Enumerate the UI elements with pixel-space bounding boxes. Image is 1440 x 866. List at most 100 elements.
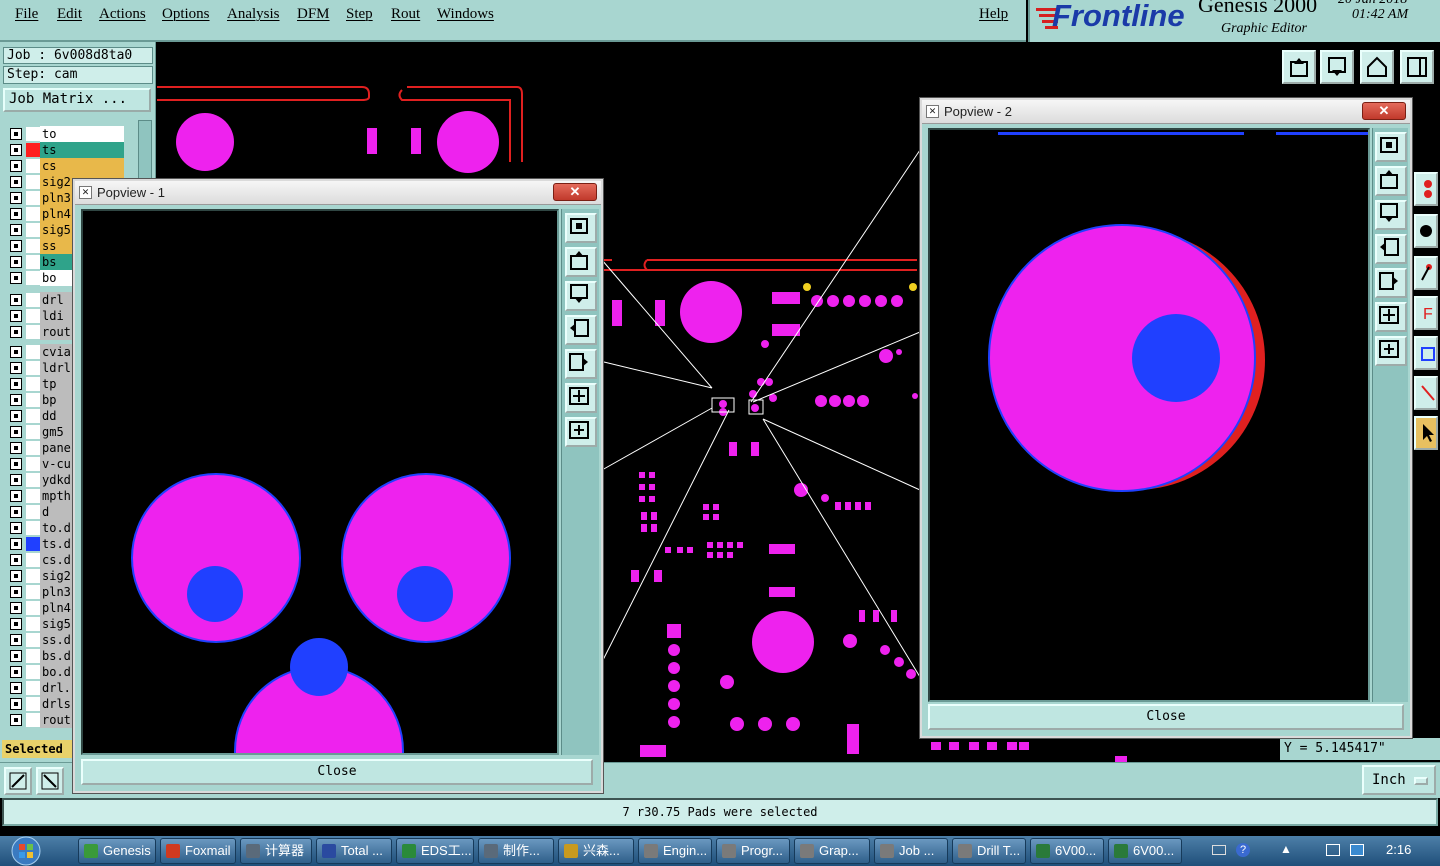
layer-name[interactable]: pln4 <box>40 600 72 616</box>
layer-checkbox[interactable] <box>10 554 22 566</box>
menu-help[interactable]: Help <box>979 6 1008 23</box>
layer-checkbox[interactable] <box>10 698 22 710</box>
taskbar-item[interactable]: 制作... <box>478 838 554 864</box>
popview-1-viewport[interactable] <box>81 209 559 755</box>
layer-color-swatch[interactable] <box>26 697 40 711</box>
layer-color-swatch[interactable] <box>26 681 40 695</box>
popview-2-close-x-button[interactable]: ✕ <box>1362 102 1406 120</box>
layer-name[interactable]: to <box>40 126 124 142</box>
menu-rout[interactable]: Rout <box>391 6 420 23</box>
layer-checkbox[interactable] <box>10 442 22 454</box>
layer-color-swatch[interactable] <box>26 191 40 205</box>
layer-color-swatch[interactable] <box>26 569 40 583</box>
layer-color-swatch[interactable] <box>26 633 40 647</box>
popview-1-pan-right-button[interactable] <box>565 349 597 379</box>
layer-color-swatch[interactable] <box>26 293 40 307</box>
layer-name[interactable]: rout <box>40 712 72 728</box>
layer-color-swatch[interactable] <box>26 143 40 157</box>
menu-dfm[interactable]: DFM <box>297 6 330 23</box>
tray-arrow-icon[interactable]: ▲ <box>1280 842 1292 856</box>
layer-row[interactable]: cs <box>6 158 124 174</box>
layer-name[interactable]: dd <box>40 408 72 424</box>
layer-checkbox[interactable] <box>10 256 22 268</box>
layer-name[interactable]: ldi <box>40 308 72 324</box>
layer-checkbox[interactable] <box>10 128 22 140</box>
layer-color-swatch[interactable] <box>26 617 40 631</box>
layer-checkbox[interactable] <box>10 570 22 582</box>
popview-1-pan-up-button[interactable] <box>565 247 597 277</box>
layer-color-swatch[interactable] <box>26 159 40 173</box>
layer-checkbox[interactable] <box>10 426 22 438</box>
popview-1-zoom-in-button[interactable] <box>565 383 597 413</box>
layer-name[interactable]: ydkd <box>40 472 72 488</box>
layer-color-swatch[interactable] <box>26 345 40 359</box>
layer-color-swatch[interactable] <box>26 223 40 237</box>
layer-name[interactable]: cs <box>40 158 124 174</box>
taskbar-item[interactable]: Drill T... <box>952 838 1026 864</box>
layer-color-swatch[interactable] <box>26 521 40 535</box>
layer-color-swatch[interactable] <box>26 393 40 407</box>
layer-name[interactable]: pane <box>40 440 72 456</box>
menu-edit[interactable]: Edit <box>57 6 82 23</box>
font-tool-button[interactable]: F <box>1414 296 1438 330</box>
taskbar-item[interactable]: Progr... <box>716 838 790 864</box>
popview-2-pan-left-button[interactable] <box>1375 234 1407 264</box>
layer-row[interactable]: to <box>6 126 124 142</box>
layer-checkbox[interactable] <box>10 602 22 614</box>
zoom-home-button[interactable] <box>1282 50 1316 84</box>
layer-color-swatch[interactable] <box>26 409 40 423</box>
layer-color-swatch[interactable] <box>26 473 40 487</box>
layer-checkbox[interactable] <box>10 208 22 220</box>
popview-1-fit-button[interactable] <box>565 213 597 243</box>
layer-name[interactable]: tp <box>40 376 72 392</box>
popview-2-zoom-in-button[interactable] <box>1375 302 1407 332</box>
layer-color-swatch[interactable] <box>26 309 40 323</box>
layer-name[interactable]: sig2 <box>40 568 72 584</box>
select-tool-button[interactable] <box>1414 416 1438 450</box>
popview-2-pan-right-button[interactable] <box>1375 268 1407 298</box>
shape-tool-button[interactable] <box>1414 336 1438 370</box>
start-button[interactable] <box>4 836 48 866</box>
popview-2-pan-down-button[interactable] <box>1375 200 1407 230</box>
layer-checkbox[interactable] <box>10 410 22 422</box>
layer-color-swatch[interactable] <box>26 361 40 375</box>
layer-checkbox[interactable] <box>10 310 22 322</box>
menu-windows[interactable]: Windows <box>437 6 494 23</box>
layer-name[interactable]: pln3 <box>40 584 72 600</box>
layer-checkbox[interactable] <box>10 474 22 486</box>
layer-checkbox[interactable] <box>10 634 22 646</box>
popview-1-pan-left-button[interactable] <box>565 315 597 345</box>
network-icon[interactable] <box>1326 844 1340 856</box>
layer-color-swatch[interactable] <box>26 713 40 727</box>
layer-color-swatch[interactable] <box>26 665 40 679</box>
layer-color-swatch[interactable] <box>26 255 40 269</box>
layer-name[interactable]: ts.d <box>40 536 72 552</box>
layer-name[interactable]: cvia <box>40 344 72 360</box>
layer-color-swatch[interactable] <box>26 601 40 615</box>
layer-color-swatch[interactable] <box>26 457 40 471</box>
layer-color-swatch[interactable] <box>26 585 40 599</box>
menu-step[interactable]: Step <box>346 6 373 23</box>
layer-row[interactable]: ts <box>6 142 124 158</box>
layer-color-swatch[interactable] <box>26 441 40 455</box>
menu-actions[interactable]: Actions <box>99 6 146 23</box>
pin-tool-button[interactable] <box>1414 256 1438 290</box>
layer-name[interactable]: ss.d <box>40 632 72 648</box>
taskbar-item[interactable]: Foxmail <box>160 838 236 864</box>
popview-2-titlebar[interactable]: ✕ Popview - 2 <box>922 100 1410 124</box>
layer-checkbox[interactable] <box>10 240 22 252</box>
layer-color-swatch[interactable] <box>26 175 40 189</box>
layer-checkbox[interactable] <box>10 326 22 338</box>
layer-name[interactable]: rout <box>40 324 72 340</box>
taskbar-item[interactable]: Total ... <box>316 838 392 864</box>
layer-name[interactable]: drls <box>40 696 72 712</box>
layer-checkbox[interactable] <box>10 378 22 390</box>
record-button[interactable] <box>1414 172 1438 206</box>
layer-color-swatch[interactable] <box>26 325 40 339</box>
flag-icon[interactable] <box>1350 844 1364 856</box>
layer-checkbox[interactable] <box>10 176 22 188</box>
taskbar-item[interactable]: 计算器 <box>240 838 312 864</box>
taskbar-item[interactable]: 兴森... <box>558 838 634 864</box>
layer-checkbox[interactable] <box>10 362 22 374</box>
layer-name[interactable]: v-cu <box>40 456 72 472</box>
